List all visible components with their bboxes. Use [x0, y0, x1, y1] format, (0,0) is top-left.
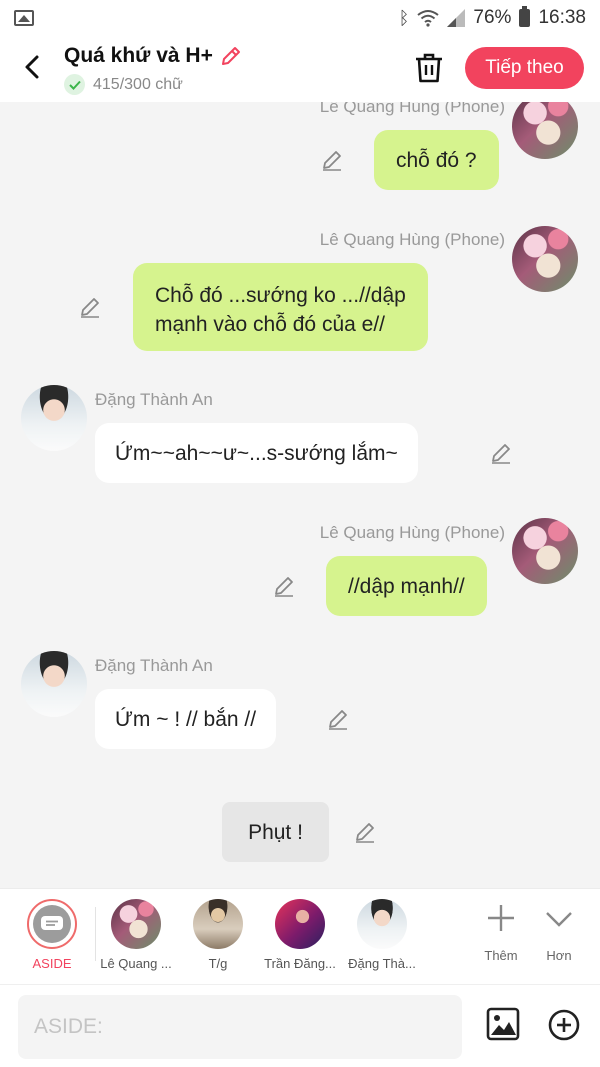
character-label: Trần Đăng...: [264, 956, 336, 971]
add-label: Thêm: [484, 948, 518, 963]
sender-name: Lê Quang Hùng (Phone): [319, 230, 505, 249]
sender-name: Đặng Thành An: [95, 390, 213, 409]
next-button[interactable]: Tiếp theo: [465, 47, 584, 89]
more-button[interactable]: Hơn: [530, 903, 588, 963]
edit-pencil-icon[interactable]: [78, 295, 102, 319]
input-bar: [0, 984, 600, 1067]
status-bar: ᛒ 76% 16:38: [0, 0, 600, 36]
character-le-quang-hung[interactable]: Lê Quang ...: [96, 899, 176, 971]
character-bar: ASIDE Lê Quang ... T/g Trần Đăng... Đặng…: [0, 888, 600, 984]
avatar[interactable]: [512, 226, 578, 292]
message-bubble[interactable]: chỗ đó ?: [374, 130, 499, 190]
battery-percent: 76%: [473, 7, 512, 28]
plus-circle-icon[interactable]: [548, 1009, 580, 1041]
header: Quá khứ và H+ 415/300 chữ Tiếp theo: [0, 36, 600, 102]
wifi-icon: [417, 10, 440, 27]
character-dang-thanh-an[interactable]: Đặng Thà...: [342, 899, 422, 971]
message-line: mạnh vào chỗ đó của e//: [155, 313, 385, 336]
avatar[interactable]: [512, 518, 578, 584]
word-count: 415/300 chữ: [93, 75, 183, 93]
edit-pencil-icon[interactable]: [219, 44, 243, 68]
avatar: [275, 899, 325, 949]
bluetooth-icon: ᛒ: [398, 7, 410, 28]
character-tg[interactable]: T/g: [178, 899, 258, 971]
signal-icon: [447, 9, 466, 27]
message-bubble[interactable]: Chỗ đó ...sướng ko ...//dập mạnh vào chỗ…: [133, 263, 428, 351]
clock: 16:38: [538, 7, 586, 28]
edit-pencil-icon[interactable]: [489, 441, 513, 465]
message-input[interactable]: [18, 995, 462, 1059]
avatar: [357, 899, 407, 949]
battery-icon: [519, 6, 531, 27]
message-bubble[interactable]: Ứm ~ ! // bắn //: [95, 689, 277, 749]
character-aside[interactable]: ASIDE: [12, 899, 92, 971]
edit-pencil-icon[interactable]: [320, 148, 344, 172]
avatar: [193, 899, 243, 949]
check-icon: [64, 74, 85, 95]
image-icon[interactable]: [486, 1007, 520, 1041]
avatar: [111, 899, 161, 949]
character-tran-dang[interactable]: Trần Đăng...: [260, 899, 340, 971]
sender-name: Đặng Thành An: [95, 656, 213, 675]
scroll-fade: [446, 903, 462, 963]
edit-pencil-icon[interactable]: [353, 820, 377, 844]
avatar[interactable]: [21, 651, 87, 717]
plus-icon: [488, 905, 514, 931]
sender-name: Lê Quang Hùng (Phone): [319, 523, 505, 542]
chat-area[interactable]: Lê Quang Hùng (Phone) chỗ đó ? Lê Quang …: [0, 102, 600, 888]
character-label: Lê Quang ...: [100, 956, 172, 971]
edit-pencil-icon[interactable]: [272, 574, 296, 598]
character-label: T/g: [208, 956, 228, 971]
avatar[interactable]: [512, 102, 578, 159]
message-bubble[interactable]: //dập mạnh//: [326, 556, 487, 616]
chevron-down-icon: [546, 912, 572, 927]
avatar[interactable]: [21, 385, 87, 451]
back-icon[interactable]: [18, 52, 48, 82]
trash-icon[interactable]: [414, 52, 444, 84]
character-label: ASIDE: [32, 956, 72, 971]
title-area: Quá khứ và H+ 415/300 chữ: [64, 44, 243, 95]
more-label: Hơn: [546, 948, 572, 963]
sender-name: Lê Quang Hùng (Phone): [319, 102, 505, 116]
message-bubble[interactable]: Ứm~~ah~~ư~...s-sướng lắm~: [95, 423, 418, 483]
character-label: Đặng Thà...: [348, 956, 416, 971]
message-line: Chỗ đó ...sướng ko ...//dập: [155, 284, 406, 307]
narration-bubble[interactable]: Phụt !: [222, 802, 329, 862]
gallery-icon: [14, 10, 34, 26]
page-title: Quá khứ và H+: [64, 44, 213, 67]
add-character-button[interactable]: Thêm: [472, 903, 530, 963]
edit-pencil-icon[interactable]: [326, 707, 350, 731]
chat-bubble-icon: [41, 916, 63, 930]
